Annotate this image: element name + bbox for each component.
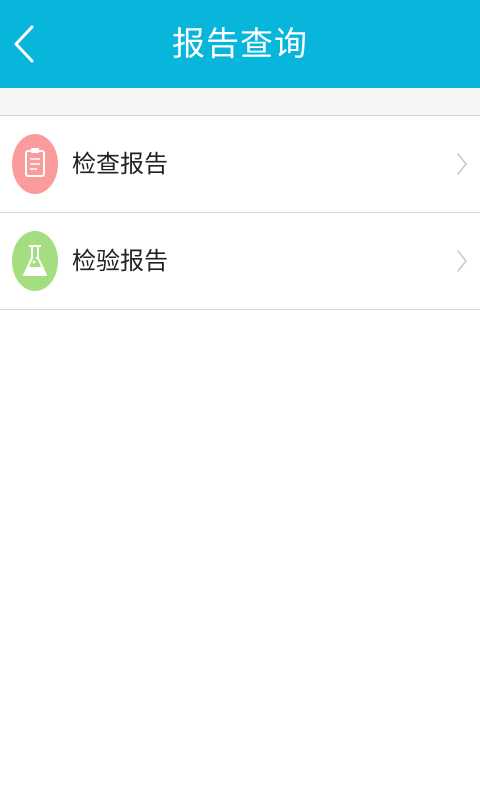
report-menu-list: 检查报告 检验报告 bbox=[0, 115, 480, 310]
chevron-right-icon bbox=[457, 153, 467, 175]
clipboard-icon bbox=[25, 148, 45, 177]
list-item-lab-report[interactable]: 检验报告 bbox=[0, 212, 480, 310]
back-button[interactable] bbox=[0, 0, 60, 88]
list-item-label: 检验报告 bbox=[72, 247, 168, 275]
list-item-exam-report[interactable]: 检查报告 bbox=[0, 115, 480, 212]
list-item-label: 检查报告 bbox=[72, 150, 168, 178]
section-spacer bbox=[0, 88, 480, 115]
chevron-left-icon bbox=[14, 25, 34, 63]
lab-report-icon-badge bbox=[12, 231, 58, 291]
flask-icon bbox=[23, 245, 47, 276]
app-header: 报告查询 bbox=[0, 0, 480, 88]
chevron-right-icon bbox=[457, 250, 467, 272]
exam-report-icon-badge bbox=[12, 134, 58, 194]
page-title: 报告查询 bbox=[172, 24, 308, 63]
